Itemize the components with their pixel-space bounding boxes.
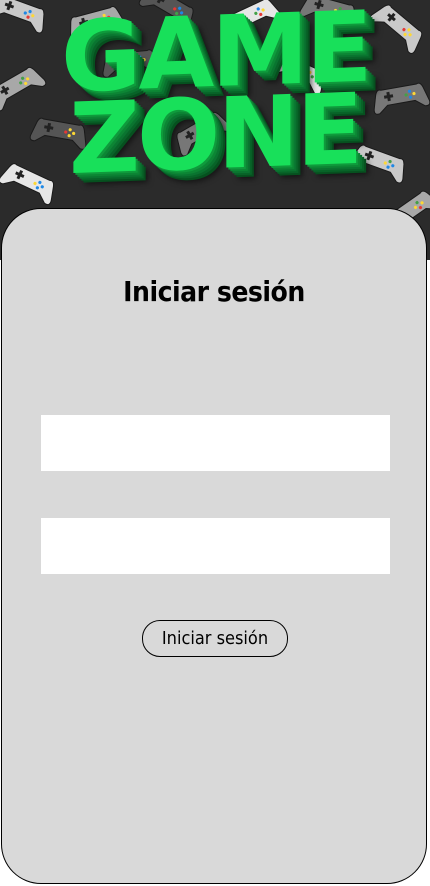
- logo-word-zone: ZONE: [69, 89, 360, 181]
- login-button[interactable]: Iniciar sesión: [142, 620, 288, 657]
- page-title: Iniciar sesión: [2, 275, 426, 308]
- password-field[interactable]: [41, 518, 390, 574]
- username-field[interactable]: [41, 415, 390, 471]
- login-card: Iniciar sesión Iniciar sesión: [1, 208, 427, 884]
